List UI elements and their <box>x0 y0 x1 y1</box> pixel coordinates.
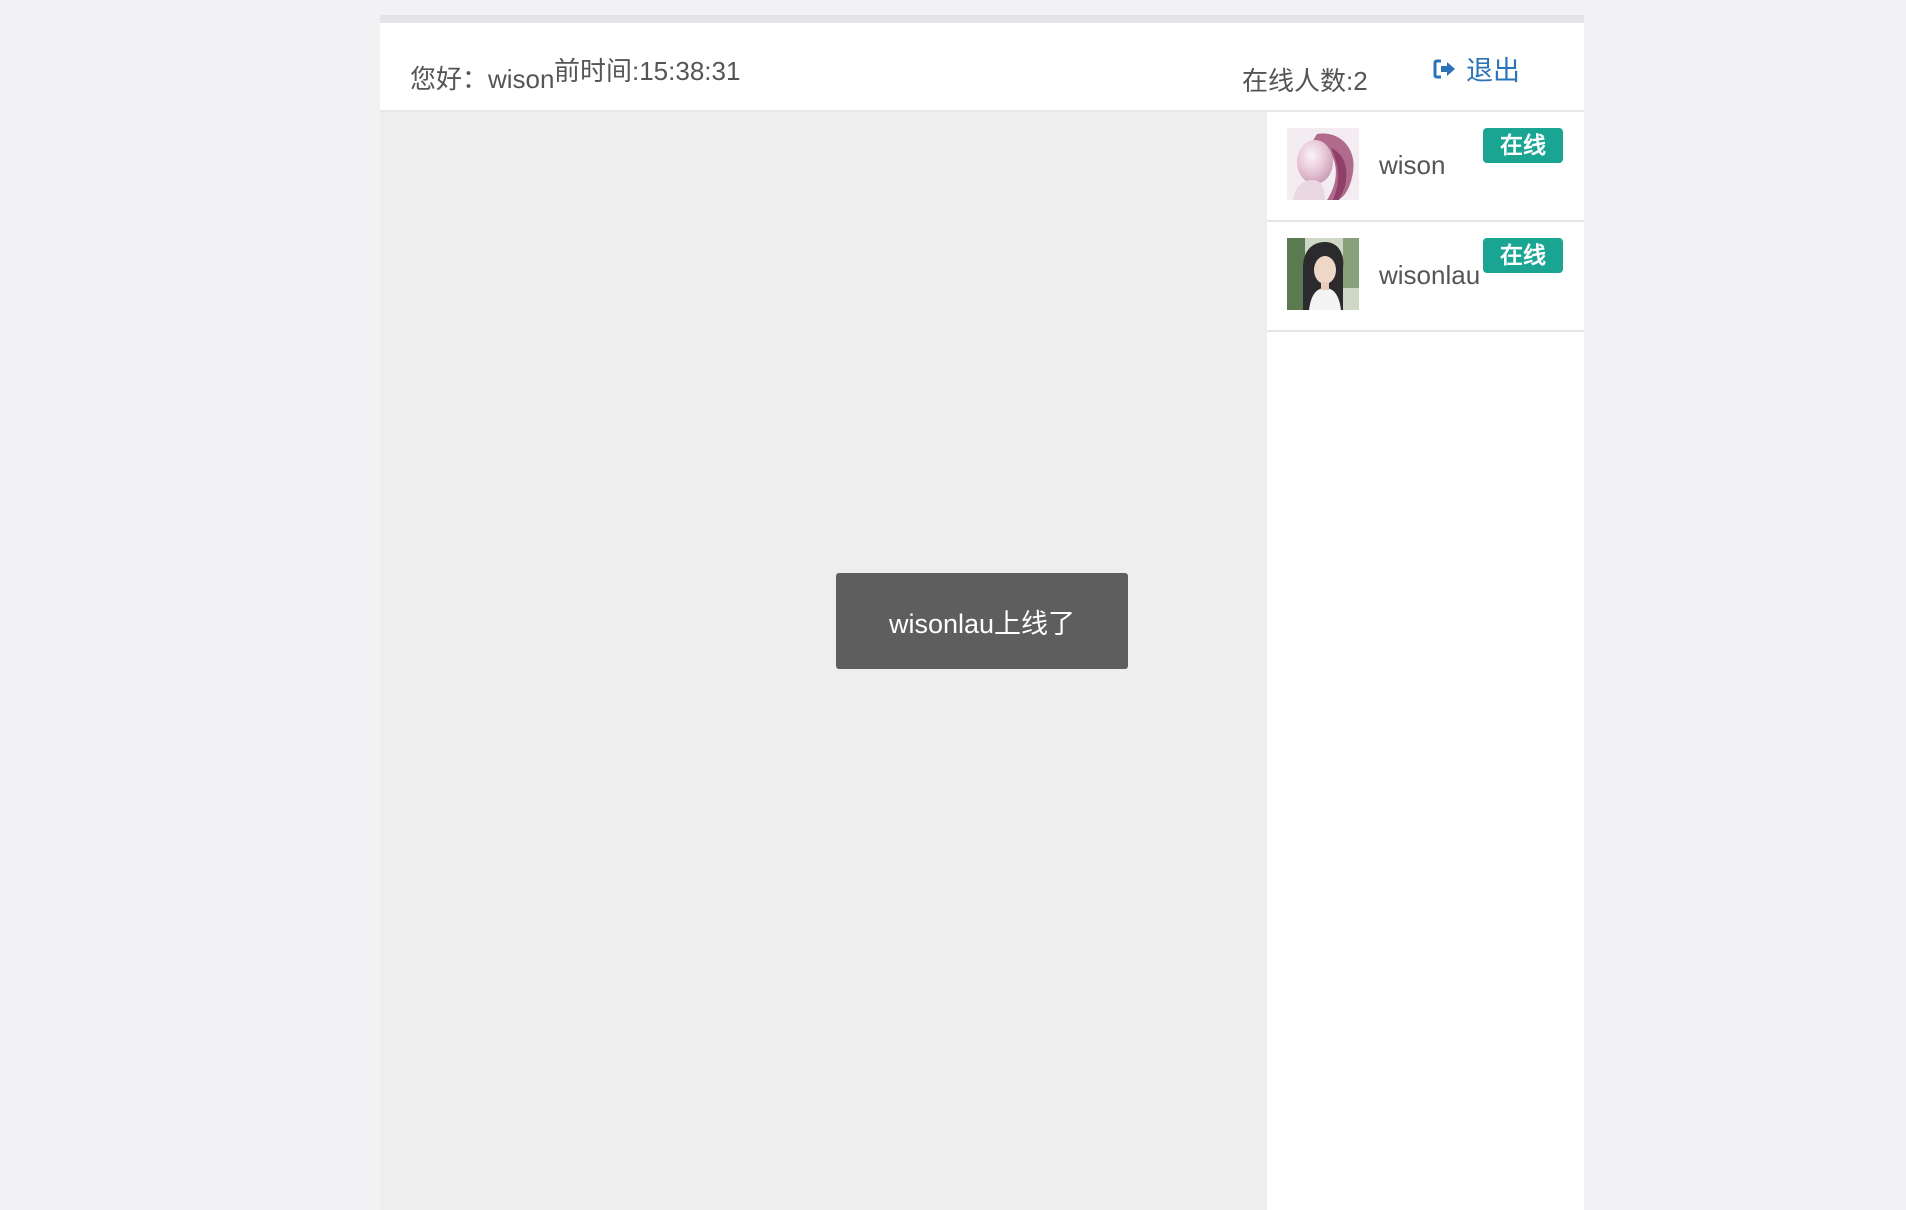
current-time: 前时间:15:38:31 <box>554 56 741 86</box>
user-list-item[interactable]: wison 在线 <box>1267 112 1584 222</box>
chat-message-area[interactable]: wisonlau上线了 <box>380 112 1267 1210</box>
toast-message: wisonlau上线了 <box>888 608 1076 639</box>
online-count: 在线人数:2 <box>1242 66 1368 96</box>
chat-app-window: 您好：wison 前时间:15:38:31 在线人数:2 退出 wisonlau… <box>380 15 1584 1210</box>
top-header: 您好：wison 前时间:15:38:31 在线人数:2 退出 <box>380 23 1584 112</box>
sign-out-icon <box>1433 59 1455 78</box>
logout-button[interactable]: 退出 <box>1432 49 1520 88</box>
status-badge: 在线 <box>1483 128 1563 163</box>
status-badge: 在线 <box>1483 238 1563 273</box>
user-name: wisonlau <box>1379 260 1481 290</box>
avatar <box>1287 128 1359 200</box>
logout-label: 退出 <box>1466 56 1520 86</box>
avatar <box>1287 238 1359 310</box>
user-name: wison <box>1379 150 1446 180</box>
greeting-text: 您好：wison <box>410 64 555 94</box>
user-list-item[interactable]: wisonlau 在线 <box>1267 222 1584 332</box>
notification-toast: wisonlau上线了 <box>836 573 1128 669</box>
online-user-list: wison 在线 wisonlau 在线 <box>1267 112 1584 1210</box>
